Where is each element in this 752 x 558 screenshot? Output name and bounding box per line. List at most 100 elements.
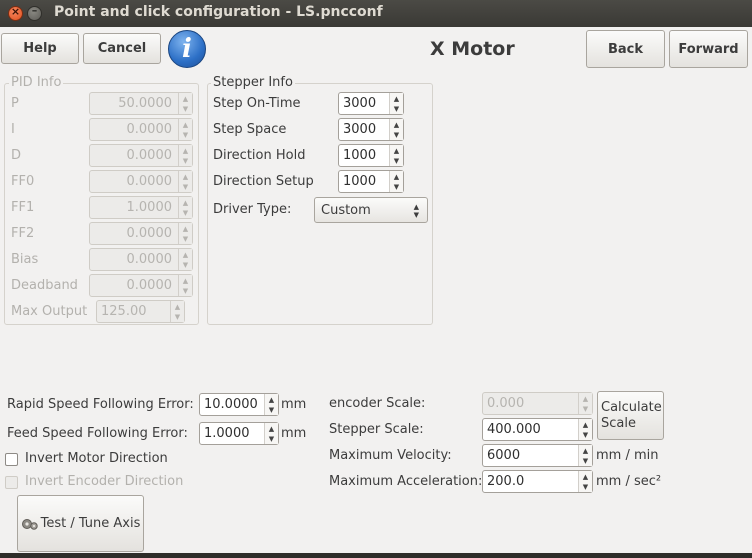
feed-following-error-spin[interactable]: 1.0000 ▲ ▼ [199, 422, 279, 445]
pid-p-spin[interactable]: 50.0000 ▲ ▼ [89, 92, 193, 115]
spin-arrows-icon: ▲ ▼ [264, 423, 278, 444]
encoder-scale-value: 0.000 [487, 396, 525, 411]
pid-ff1-spin[interactable]: 1.0000 ▲ ▼ [89, 196, 193, 219]
spin-arrows-icon: ▲ ▼ [578, 419, 592, 440]
max-velocity-label: Maximum Velocity: [329, 448, 452, 463]
invert-motor-direction-checkbox[interactable] [5, 453, 18, 466]
spin-arrows-icon: ▲ ▼ [178, 249, 192, 270]
pid-d-label: D [11, 148, 22, 163]
test-tune-axis-button[interactable]: Test / Tune Axis [17, 495, 144, 552]
max-velocity-value: 6000 [487, 448, 521, 463]
rapid-following-error-value: 10.0000 [204, 397, 258, 412]
feed-following-error-value: 1.0000 [204, 426, 250, 441]
direction-hold-label: Direction Hold [213, 148, 306, 163]
cancel-button[interactable]: Cancel [83, 33, 161, 64]
spin-arrows-icon: ▲ ▼ [389, 93, 403, 114]
window-titlebar: × – Point and click configuration - LS.p… [0, 0, 752, 27]
spin-arrows-icon: ▲ ▼ [178, 275, 192, 296]
stepper-scale-value: 400.000 [487, 422, 541, 437]
pid-p-label: P [11, 96, 19, 111]
pid-i-value: 0.0000 [126, 122, 173, 137]
pid-bias-value: 0.0000 [126, 252, 173, 267]
pid-ff2-spin[interactable]: 0.0000 ▲ ▼ [89, 222, 193, 245]
max-acceleration-value: 200.0 [487, 474, 525, 489]
direction-setup-label: Direction Setup [213, 174, 314, 189]
calculate-scale-button[interactable]: Calculate Scale [597, 391, 664, 440]
spin-arrows-icon: ▲ ▼ [389, 145, 403, 166]
spin-arrows-icon: ▲ ▼ [578, 445, 592, 466]
max-velocity-unit: mm / min [596, 448, 659, 463]
encoder-scale-spin[interactable]: 0.000 ▲ ▼ [482, 392, 593, 415]
test-tune-axis-label: Test / Tune Axis [40, 516, 141, 531]
driver-type-select[interactable]: Custom ▲ ▼ [314, 197, 428, 223]
encoder-scale-label: encoder Scale: [329, 396, 426, 411]
stepper-scale-label: Stepper Scale: [329, 422, 424, 437]
direction-setup-value: 1000 [343, 174, 377, 189]
spin-arrows-icon: ▲ ▼ [578, 393, 592, 414]
window-close-button[interactable]: × [8, 5, 23, 21]
window-title: Point and click configuration - LS.pncco… [54, 4, 383, 20]
max-velocity-spin[interactable]: 6000 ▲ ▼ [482, 444, 593, 467]
invert-encoder-direction-checkbox[interactable] [5, 476, 18, 489]
spin-arrows-icon: ▲ ▼ [178, 93, 192, 114]
page-title: X Motor [430, 38, 515, 60]
step-space-spin[interactable]: 3000 ▲ ▼ [338, 118, 404, 141]
step-on-time-label: Step On-Time [213, 96, 301, 111]
spin-arrows-icon: ▲ ▼ [578, 471, 592, 492]
window-bottom-edge [0, 553, 752, 558]
pid-ff0-label: FF0 [11, 174, 35, 189]
driver-type-label: Driver Type: [213, 202, 292, 217]
step-space-label: Step Space [213, 122, 287, 137]
step-space-value: 3000 [343, 122, 377, 137]
calculate-scale-label-1: Calculate [601, 399, 662, 415]
step-on-time-value: 3000 [343, 96, 377, 111]
pid-deadband-spin[interactable]: 0.0000 ▲ ▼ [89, 274, 193, 297]
spin-arrows-icon: ▲ ▼ [178, 223, 192, 244]
direction-hold-value: 1000 [343, 148, 377, 163]
calculate-scale-label-2: Scale [601, 415, 636, 431]
minimize-icon: – [31, 4, 38, 17]
feed-following-error-label: Feed Speed Following Error: [7, 426, 188, 441]
spin-arrows-icon: ▲ ▼ [264, 394, 278, 415]
max-acceleration-spin[interactable]: 200.0 ▲ ▼ [482, 470, 593, 493]
stepper-scale-spin[interactable]: 400.000 ▲ ▼ [482, 418, 593, 441]
back-button[interactable]: Back [586, 30, 665, 68]
forward-button[interactable]: Forward [669, 30, 748, 68]
driver-type-value: Custom [321, 203, 371, 218]
spin-arrows-icon: ▲ ▼ [178, 171, 192, 192]
spin-arrows-icon: ▲ ▼ [389, 171, 403, 192]
pid-d-spin[interactable]: 0.0000 ▲ ▼ [89, 144, 193, 167]
max-acceleration-unit: mm / sec² [596, 474, 662, 489]
pid-i-label: I [11, 122, 15, 137]
pid-info-title: PID Info [9, 75, 64, 90]
spin-arrows-icon: ▲ ▼ [170, 301, 184, 322]
info-icon[interactable]: i [168, 30, 206, 68]
step-on-time-spin[interactable]: 3000 ▲ ▼ [338, 92, 404, 115]
rapid-following-error-label: Rapid Speed Following Error: [7, 397, 194, 412]
spin-arrows-icon: ▲ ▼ [389, 119, 403, 140]
invert-motor-direction-label[interactable]: Invert Motor Direction [25, 451, 168, 466]
spin-arrows-icon: ▲ ▼ [178, 197, 192, 218]
pid-i-spin[interactable]: 0.0000 ▲ ▼ [89, 118, 193, 141]
rapid-following-error-unit: mm [281, 397, 307, 412]
window-minimize-button[interactable]: – [27, 4, 42, 21]
pid-ff0-spin[interactable]: 0.0000 ▲ ▼ [89, 170, 193, 193]
help-button[interactable]: Help [1, 33, 79, 64]
spin-arrows-icon: ▲ ▼ [178, 119, 192, 140]
rapid-following-error-spin[interactable]: 10.0000 ▲ ▼ [199, 393, 279, 416]
pid-p-value: 50.0000 [118, 96, 172, 111]
pid-max-output-label: Max Output [11, 304, 88, 319]
pid-ff0-value: 0.0000 [126, 174, 173, 189]
direction-hold-spin[interactable]: 1000 ▲ ▼ [338, 144, 404, 167]
direction-setup-spin[interactable]: 1000 ▲ ▼ [338, 170, 404, 193]
pid-d-value: 0.0000 [126, 148, 173, 163]
pid-ff2-label: FF2 [11, 226, 35, 241]
spin-arrows-icon: ▲ ▼ [178, 145, 192, 166]
close-icon: × [10, 5, 21, 18]
feed-following-error-unit: mm [281, 426, 307, 441]
pid-max-output-spin[interactable]: 125.00 ▲ ▼ [96, 300, 185, 323]
pid-deadband-value: 0.0000 [126, 278, 173, 293]
pid-ff2-value: 0.0000 [126, 226, 173, 241]
pid-bias-spin[interactable]: 0.0000 ▲ ▼ [89, 248, 193, 271]
pid-ff1-value: 1.0000 [126, 200, 173, 215]
